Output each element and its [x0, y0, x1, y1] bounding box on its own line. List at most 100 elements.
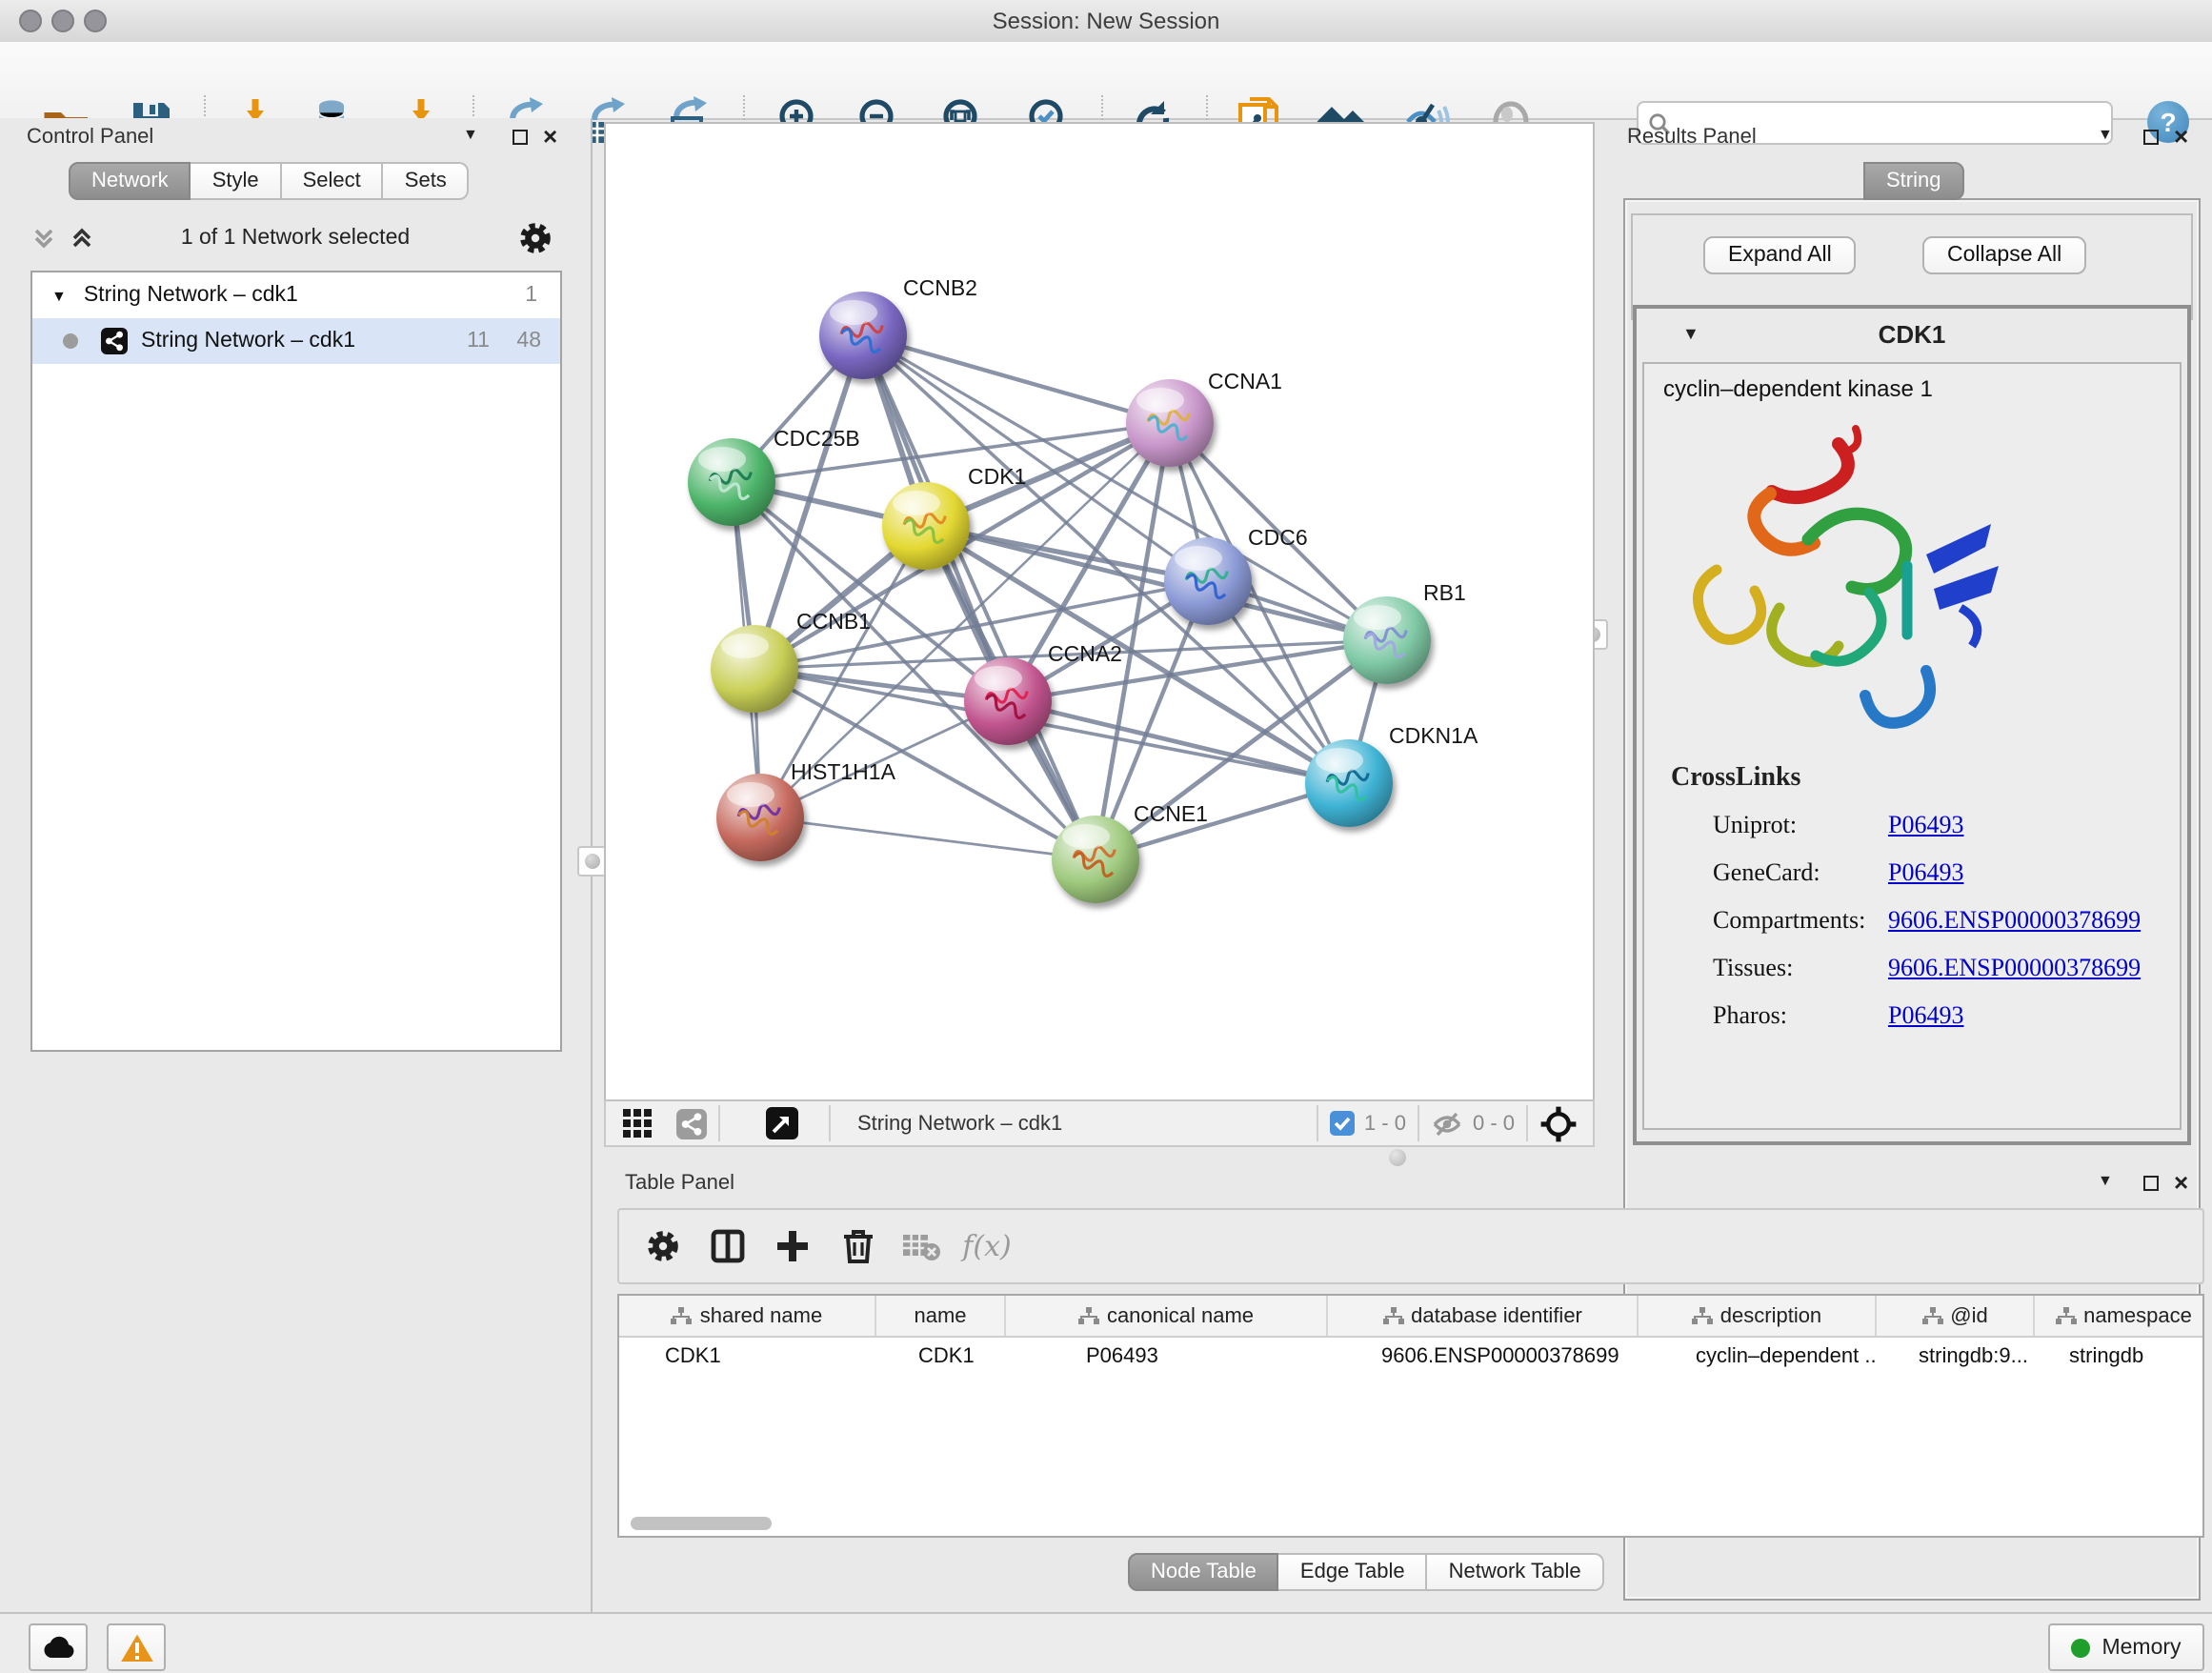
- node-table-header: shared namenamecanonical namedatabase id…: [619, 1296, 2202, 1338]
- tab-network[interactable]: Network: [69, 162, 191, 200]
- crosslink-link-genecard-[interactable]: P06493: [1888, 857, 1963, 888]
- network-view-toolbar: String Network – cdk1 1 - 0 0 - 0: [604, 1099, 1595, 1147]
- collection-count: 1: [525, 284, 537, 307]
- column-header-description[interactable]: description: [1639, 1296, 1877, 1336]
- hidden-eye-icon[interactable]: [1431, 1110, 1463, 1137]
- table-cell[interactable]: stringdb:9...: [1877, 1338, 2035, 1376]
- warning-icon: [119, 1632, 153, 1663]
- table-row[interactable]: CDK1CDK1P064939606.ENSP00000378699cyclin…: [619, 1338, 2202, 1376]
- collection-expand-icon[interactable]: ▼: [51, 287, 67, 304]
- edge-CCNB2-CCNE1[interactable]: [863, 335, 1096, 859]
- network-row[interactable]: String Network – cdk1 11 48: [32, 318, 560, 364]
- crosslink-row: GeneCard:P06493: [1713, 857, 2180, 888]
- results-panel-maximize-icon[interactable]: [2143, 130, 2159, 145]
- table-panel-maximize-icon[interactable]: [2143, 1176, 2159, 1191]
- control-panel-tabs: NetworkStyleSelectSets: [69, 162, 470, 200]
- crosslink-link-tissues-[interactable]: 9606.ENSP00000378699: [1888, 953, 2141, 983]
- gene-details: cyclin–dependent kinase 1: [1642, 362, 2182, 1130]
- crosslinks-list: Uniprot:P06493GeneCard:P06493Compartment…: [1644, 810, 2180, 1031]
- node-label: CCNB1: [796, 609, 871, 634]
- table-cell[interactable]: CDK1: [619, 1338, 876, 1376]
- network-collection-row[interactable]: ▼ String Network – cdk1 1: [32, 272, 560, 318]
- birds-eye-view-icon[interactable]: [766, 1107, 798, 1139]
- network-canvas[interactable]: CCNB2 CCNA1 CDC25B CDK1 CDC6 RB1 CCNB1 CCNA2 CDK…: [604, 122, 1595, 1101]
- tab-node-table[interactable]: Node Table: [1128, 1553, 1279, 1591]
- column-header-database-identifier[interactable]: database identifier: [1328, 1296, 1639, 1336]
- tab-style[interactable]: Style: [191, 162, 282, 200]
- grid-view-icon[interactable]: [623, 1109, 652, 1138]
- add-column-icon[interactable]: [760, 1229, 825, 1263]
- window-title: Session: New Session: [0, 8, 2212, 34]
- control-panel-title: Control Panel: [27, 126, 153, 149]
- node-RB1[interactable]: RB1: [1343, 580, 1466, 684]
- column-type-icon: [1382, 1306, 1403, 1325]
- edge-CCNA2-CDKN1A[interactable]: [1008, 701, 1349, 783]
- center-view-crosshair-icon[interactable]: [1539, 1104, 1578, 1142]
- table-cell[interactable]: stringdb: [2035, 1338, 2204, 1376]
- table-cell[interactable]: P06493: [1006, 1338, 1328, 1376]
- edge-HIST1H1A-CCNE1[interactable]: [760, 817, 1096, 859]
- crosslink-row: Uniprot:P06493: [1713, 810, 2180, 840]
- column-header-name[interactable]: name: [876, 1296, 1006, 1336]
- results-panel-close-icon[interactable]: ×: [2174, 128, 2188, 147]
- crosslink-link-uniprot-[interactable]: P06493: [1888, 810, 1963, 840]
- table-cell[interactable]: CDK1: [876, 1338, 1006, 1376]
- node-CDC6[interactable]: CDC6: [1164, 525, 1308, 625]
- string-view-icon[interactable]: [676, 1108, 707, 1139]
- control-panel-maximize-icon[interactable]: [513, 130, 528, 145]
- node-CCNA1[interactable]: CCNA1: [1126, 369, 1282, 467]
- table-cell[interactable]: 9606.ENSP00000378699: [1328, 1338, 1639, 1376]
- tab-edge-table[interactable]: Edge Table: [1279, 1553, 1428, 1591]
- table-panel-title: Table Panel: [625, 1172, 734, 1195]
- tab-string[interactable]: String: [1863, 162, 1964, 200]
- node-CCNB2[interactable]: CCNB2: [819, 275, 977, 379]
- viewbar-separator: [718, 1105, 720, 1141]
- column-type-icon: [2055, 1306, 2076, 1325]
- network-options-gear-icon[interactable]: [518, 221, 553, 255]
- column-header-shared-name[interactable]: shared name: [619, 1296, 876, 1336]
- table-cell[interactable]: cyclin–dependent ...: [1639, 1338, 1877, 1376]
- expand-all-networks-icon[interactable]: [69, 225, 95, 252]
- crosslinks-title: CrossLinks: [1671, 764, 2180, 795]
- node-label: CDC25B: [774, 426, 860, 451]
- results-panel-tab-bar: String: [1863, 162, 1964, 200]
- table-horizontal-scrollbar[interactable]: [631, 1517, 772, 1530]
- node-HIST1H1A[interactable]: HIST1H1A: [716, 759, 896, 861]
- collapse-all-networks-icon[interactable]: [30, 225, 57, 252]
- node-label: HIST1H1A: [791, 759, 896, 784]
- cloud-status-button[interactable]: [29, 1623, 88, 1671]
- memory-button[interactable]: Memory: [2048, 1623, 2204, 1671]
- tab-sets[interactable]: Sets: [384, 162, 470, 200]
- node-label: RB1: [1423, 580, 1466, 605]
- column-type-icon: [1692, 1306, 1713, 1325]
- column-header-namespace[interactable]: namespace: [2035, 1296, 2204, 1336]
- node-CDC25B[interactable]: CDC25B: [688, 426, 860, 526]
- table-panel-close-icon[interactable]: ×: [2174, 1174, 2188, 1193]
- selected-checkbox-icon[interactable]: [1330, 1111, 1355, 1136]
- column-header-canonical-name[interactable]: canonical name: [1006, 1296, 1328, 1336]
- column-header--id[interactable]: @id: [1877, 1296, 2035, 1336]
- crosslink-link-pharos-[interactable]: P06493: [1888, 1000, 1963, 1031]
- show-columns-icon[interactable]: [695, 1229, 760, 1263]
- tab-network-table[interactable]: Network Table: [1428, 1553, 1604, 1591]
- collapse-all-button[interactable]: Collapse All: [1922, 236, 2086, 274]
- table-tabs: Node TableEdge TableNetwork Table: [1128, 1553, 1604, 1591]
- horizontal-splitter-handle[interactable]: [1389, 1149, 1406, 1166]
- table-panel-float-icon[interactable]: ▼: [2098, 1172, 2113, 1189]
- node-CDKN1A[interactable]: CDKN1A: [1305, 723, 1478, 827]
- node-label: CCNA2: [1048, 641, 1122, 666]
- control-panel-float-icon[interactable]: ▼: [463, 126, 478, 143]
- control-panel-close-icon[interactable]: ×: [543, 128, 557, 147]
- delete-column-icon[interactable]: [825, 1229, 890, 1263]
- tab-select[interactable]: Select: [282, 162, 384, 200]
- table-settings-gear-icon[interactable]: [631, 1229, 695, 1263]
- crosslink-label: Pharos:: [1713, 1000, 1888, 1031]
- network-selection-summary: 1 of 1 Network selected: [114, 227, 476, 250]
- crosslink-link-compartments-[interactable]: 9606.ENSP00000378699: [1888, 905, 2141, 936]
- node-label: CDC6: [1248, 525, 1308, 550]
- results-panel-float-icon[interactable]: ▼: [2098, 126, 2113, 143]
- expand-all-button[interactable]: Expand All: [1703, 236, 1857, 274]
- node-CCNB1[interactable]: CCNB1: [711, 609, 871, 713]
- warning-status-button[interactable]: [107, 1623, 166, 1671]
- node-CDK1[interactable]: CDK1: [882, 464, 1026, 570]
